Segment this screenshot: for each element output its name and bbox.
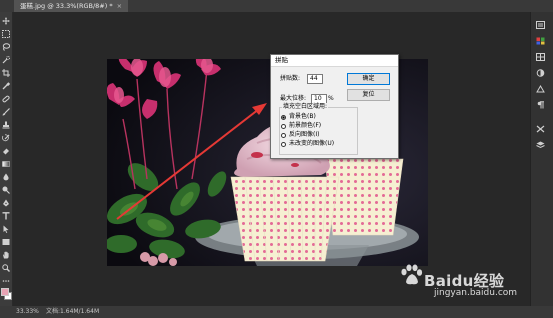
- max-offset-label: 最大位移:: [280, 95, 307, 102]
- eyedropper-tool-icon[interactable]: [1, 81, 11, 90]
- layers-panel-icon[interactable]: [534, 140, 546, 150]
- reset-button[interactable]: 复位: [347, 89, 390, 101]
- brush-tool-icon[interactable]: [1, 107, 11, 116]
- blur-tool-icon[interactable]: [1, 172, 11, 181]
- percent-unit: %: [328, 95, 334, 102]
- foreground-color-swatch[interactable]: [1, 288, 9, 296]
- option-unaltered-image[interactable]: 未改变的图像(U): [281, 140, 355, 148]
- zoom-tool-icon[interactable]: [1, 263, 11, 272]
- hand-tool-icon[interactable]: [1, 250, 11, 259]
- pen-tool-icon[interactable]: [1, 198, 11, 207]
- gradient-tool-icon[interactable]: [1, 159, 11, 168]
- option-foreground-color-label: 前景颜色(F): [289, 122, 322, 129]
- radio-foreground-color[interactable]: [281, 123, 286, 129]
- document-tab-title: 蛋糕.jpg @ 33.3%(RGB/8#) *: [20, 2, 113, 10]
- healing-brush-tool-icon[interactable]: [1, 94, 11, 103]
- radio-background-color[interactable]: [281, 114, 286, 120]
- marquee-tool-icon[interactable]: [1, 29, 11, 38]
- document-size-info: 文档:1.64M/1.64M: [46, 308, 100, 315]
- color-panel-icon[interactable]: [534, 36, 546, 46]
- paragraph-panel-icon[interactable]: [534, 100, 546, 110]
- dodge-tool-icon[interactable]: [1, 185, 11, 194]
- history-panel-icon[interactable]: [534, 20, 546, 30]
- tiles-count-label: 拼贴数:: [280, 75, 301, 82]
- styles-panel-icon[interactable]: [534, 84, 546, 94]
- option-background-color-label: 背景色(B): [289, 113, 316, 120]
- path-select-tool-icon[interactable]: [1, 224, 11, 233]
- option-inverse-image[interactable]: 反向图像(I): [281, 131, 351, 139]
- move-tool-icon[interactable]: [1, 16, 11, 25]
- tile-filter-dialog: 拼贴 拼贴数: 44 最大位移: 10 % 填充空白区域用: 背景色(B) 前景…: [270, 54, 399, 159]
- zoom-level[interactable]: 33.33%: [16, 307, 39, 317]
- crop-tool-icon[interactable]: [1, 68, 11, 77]
- shape-tool-icon[interactable]: [1, 237, 11, 246]
- radio-inverse-image[interactable]: [281, 132, 286, 138]
- radio-unaltered-image[interactable]: [281, 141, 286, 147]
- ok-button[interactable]: 确定: [347, 73, 390, 85]
- option-background-color[interactable]: 背景色(B): [281, 113, 351, 121]
- dialog-title: 拼贴: [275, 56, 288, 64]
- eraser-tool-icon[interactable]: [1, 146, 11, 155]
- option-unaltered-image-label: 未改变的图像(U): [289, 140, 335, 147]
- close-icon[interactable]: ×: [117, 2, 122, 10]
- tiles-count-input[interactable]: 44: [307, 74, 323, 84]
- option-foreground-color[interactable]: 前景颜色(F): [281, 122, 351, 130]
- clone-stamp-tool-icon[interactable]: [1, 120, 11, 129]
- type-tool-icon[interactable]: [1, 211, 11, 220]
- baidu-paw-icon: [399, 264, 423, 288]
- more-tools-icon[interactable]: [1, 276, 11, 285]
- tools-settings-icon[interactable]: [534, 124, 546, 134]
- swatches-panel-icon[interactable]: [534, 52, 546, 62]
- history-brush-tool-icon[interactable]: [1, 133, 11, 142]
- option-inverse-image-label: 反向图像(I): [289, 131, 320, 138]
- lasso-tool-icon[interactable]: [1, 42, 11, 51]
- adjustments-panel-icon[interactable]: [534, 68, 546, 78]
- document-tab[interactable]: 蛋糕.jpg @ 33.3%(RGB/8#) * ×: [14, 0, 129, 12]
- quick-select-tool-icon[interactable]: [1, 55, 11, 64]
- fill-group-label: 填充空白区域用:: [282, 103, 329, 111]
- watermark-url: jingyan.baidu.com: [434, 288, 518, 298]
- dialog-titlebar[interactable]: [271, 55, 398, 67]
